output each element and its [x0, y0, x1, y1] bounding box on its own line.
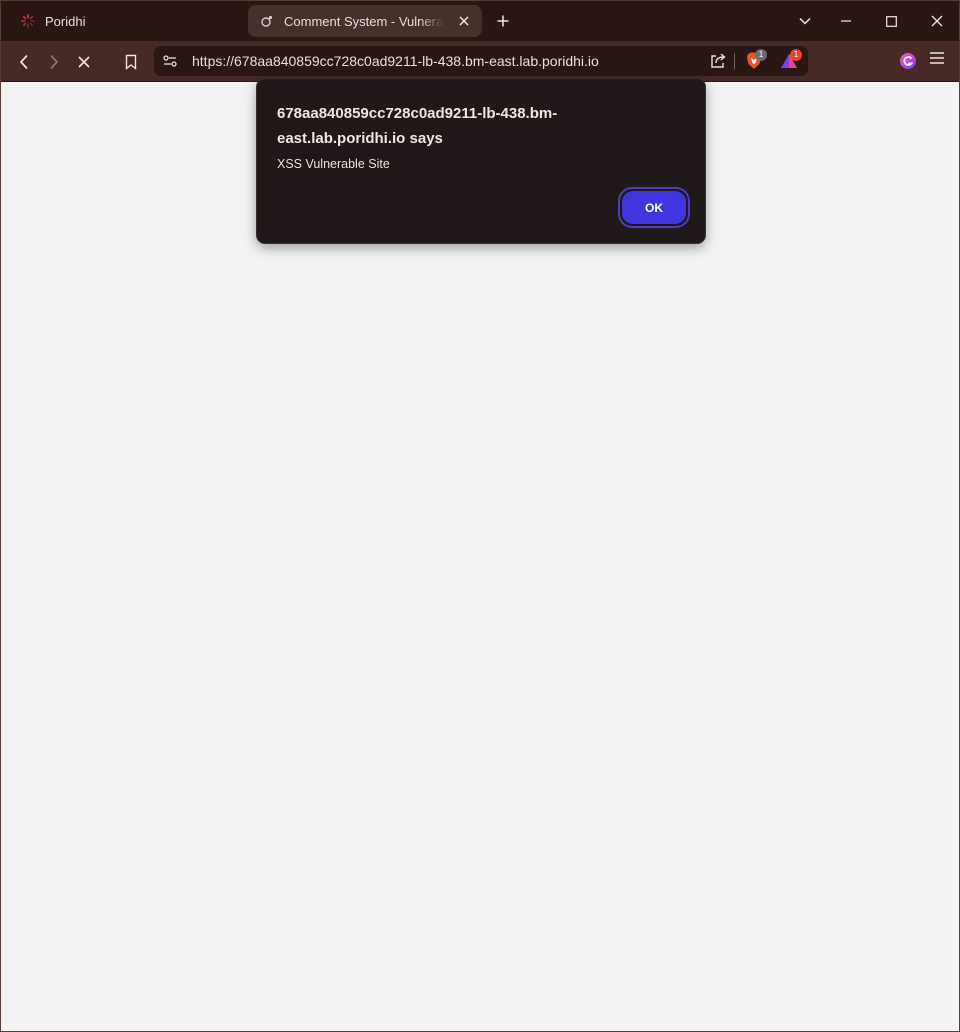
brave-rewards-icon[interactable]: 1 [779, 49, 802, 71]
browser-window: Poridhi Comment System - Vulnerable http… [0, 0, 960, 1032]
close-window-button[interactable] [927, 11, 947, 31]
hamburger-menu-icon[interactable] [929, 51, 949, 71]
close-icon [931, 15, 943, 27]
stop-loading-button[interactable] [73, 51, 95, 73]
close-icon [78, 56, 90, 68]
url-text: https://678aa840859cc728c0ad9211-lb-438.… [192, 53, 599, 69]
forward-button[interactable] [43, 51, 65, 73]
alert-dialog: 678aa840859cc728c0ad9211-lb-438.bm-east.… [256, 78, 706, 244]
site-settings-icon[interactable] [162, 53, 178, 69]
navigation-toolbar: https://678aa840859cc728c0ad9211-lb-438.… [1, 41, 959, 82]
dialog-title: 678aa840859cc728c0ad9211-lb-438.bm-east.… [277, 105, 558, 147]
tab-title: Comment System - Vulnerable [284, 13, 444, 29]
tab-strip: Poridhi Comment System - Vulnerable [1, 1, 959, 41]
minimize-button[interactable] [836, 11, 856, 31]
tab-title: Poridhi [45, 13, 86, 29]
chevron-down-icon [799, 17, 811, 25]
minimize-icon [841, 20, 851, 22]
maximize-icon [885, 15, 897, 27]
back-arrow-icon [19, 54, 28, 70]
leo-ai-icon[interactable] [898, 51, 918, 71]
maximize-button[interactable] [881, 11, 901, 31]
shields-count-badge: 1 [755, 49, 767, 61]
new-tab-button[interactable] [493, 11, 513, 31]
rewards-count-badge: 1 [790, 49, 802, 61]
tab-poridhi[interactable]: Poridhi [11, 5, 236, 37]
tab-comment-system[interactable]: Comment System - Vulnerable [248, 5, 482, 37]
loading-spinner-icon [21, 14, 35, 28]
plus-icon [497, 15, 509, 27]
address-bar[interactable]: https://678aa840859cc728c0ad9211-lb-438.… [154, 46, 808, 76]
back-button[interactable] [13, 51, 35, 73]
tab-list-button[interactable] [795, 11, 815, 31]
divider [734, 53, 735, 69]
ok-button[interactable]: OK [622, 191, 686, 224]
dialog-message: XSS Vulnerable Site [277, 157, 390, 171]
page-icon [260, 14, 274, 28]
bookmark-icon [125, 54, 137, 70]
share-icon[interactable] [709, 52, 727, 70]
close-tab-icon[interactable] [456, 13, 472, 29]
brave-shields-icon[interactable]: 1 [744, 49, 767, 71]
forward-arrow-icon [50, 54, 59, 70]
bookmark-button[interactable] [120, 51, 142, 73]
